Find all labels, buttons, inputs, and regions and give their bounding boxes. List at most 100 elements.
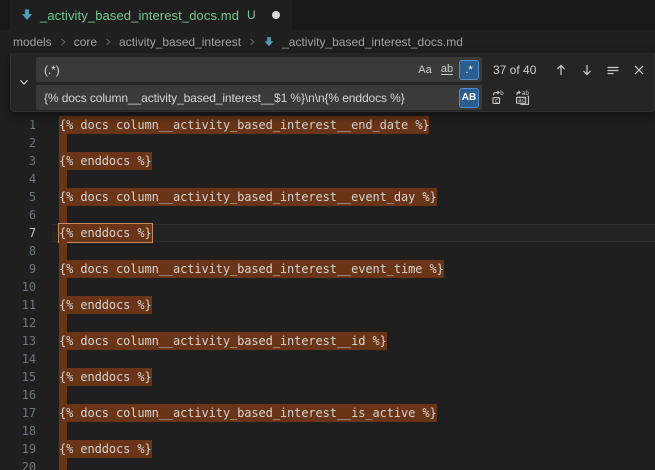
line-content: {% docs column__activity_based_interest_… [59,260,444,278]
find-match-highlight: {% enddocs %} [59,440,152,458]
svg-text:ac: ac [518,96,526,104]
empty-line-find-match [59,350,67,368]
replace-all-button[interactable]: ab ac [513,88,532,107]
code-line[interactable]: 16 [0,386,655,404]
find-replace-widget: Aa ab .* 37 of 40 [10,53,655,112]
tab-activity-based-interest-docs[interactable]: _activity_based_interest_docs.md U [10,0,292,30]
line-content: {% enddocs %} [59,368,152,386]
previous-match-button[interactable] [551,60,570,79]
line-number: 15 [0,368,36,386]
code-line[interactable]: 8 [0,242,655,260]
code-line[interactable]: 18 [0,422,655,440]
code-line[interactable]: 19 {% enddocs %} [0,440,655,458]
code-line[interactable]: 6 [0,206,655,224]
line-number: 6 [0,206,36,224]
breadcrumb: models core activity_based_interest _act… [0,30,655,53]
code-line[interactable]: 20 [0,458,655,470]
code-line[interactable]: 15 {% enddocs %} [0,368,655,386]
code-lines: 1 {% docs column__activity_based_interest… [0,53,655,470]
line-content [59,458,67,470]
line-number: 11 [0,296,36,314]
line-content: {% docs column__activity_based_interest_… [59,332,387,350]
code-line[interactable]: 3 {% enddocs %} [0,152,655,170]
breadcrumb-models[interactable]: models [11,35,54,49]
line-content: {% enddocs %} [59,296,152,314]
line-content: {% docs column__activity_based_interest_… [59,404,437,422]
current-find-match: {% enddocs %} [59,224,152,242]
line-number: 5 [0,188,36,206]
chevron-right-icon [102,36,114,48]
empty-line-find-match [59,170,67,188]
line-content: {% enddocs %} [59,224,152,242]
git-untracked-badge: U [247,8,256,22]
code-line[interactable]: 11 {% enddocs %} [0,296,655,314]
empty-line-find-match [59,458,67,470]
preserve-case-toggle[interactable]: AB [459,88,479,108]
code-line[interactable]: 2 [0,134,655,152]
line-content: {% enddocs %} [59,152,152,170]
line-number: 7 [0,224,36,242]
empty-line-find-match [59,134,67,152]
replace-button[interactable]: b c [489,88,508,107]
code-line[interactable]: 13 {% docs column__activity_based_interes… [0,332,655,350]
markdown-file-icon [20,8,34,22]
line-number: 9 [0,260,36,278]
line-number: 12 [0,314,36,332]
find-in-selection-button[interactable] [603,60,622,79]
replace-input-box: AB [36,85,482,110]
replace-input[interactable] [44,91,457,105]
code-line[interactable]: 7 {% enddocs %} [0,224,655,242]
line-number: 16 [0,386,36,404]
code-line[interactable]: 12 [0,314,655,332]
line-number: 3 [0,152,36,170]
tab-filename: _activity_based_interest_docs.md [40,8,239,23]
code-line[interactable]: 17 {% docs column__activity_based_interes… [0,404,655,422]
line-number: 14 [0,350,36,368]
find-match-highlight: {% docs column__activity_based_interest_… [59,188,437,206]
match-count: 37 of 40 [493,63,536,77]
empty-line-find-match [59,278,67,296]
find-match-highlight: {% docs column__activity_based_interest_… [59,332,387,350]
code-line[interactable]: 4 [0,170,655,188]
code-line[interactable]: 14 [0,350,655,368]
line-content: {% docs column__activity_based_interest_… [59,188,437,206]
whole-word-toggle[interactable]: ab [437,60,457,80]
vscode-window: _activity_based_interest_docs.md U model… [0,0,655,470]
line-number: 17 [0,404,36,422]
line-content: {% docs column__activity_based_interest_… [59,116,429,134]
regex-toggle[interactable]: .* [459,60,479,80]
line-number: 4 [0,170,36,188]
empty-line-find-match [59,206,67,224]
find-match-highlight: {% enddocs %} [59,368,152,386]
empty-line-find-match [59,422,67,440]
line-number: 20 [0,458,36,470]
line-number: 2 [0,134,36,152]
line-number: 10 [0,278,36,296]
match-case-toggle[interactable]: Aa [415,60,435,80]
code-line[interactable]: 5 {% docs column__activity_based_interest… [0,188,655,206]
find-match-highlight: {% enddocs %} [59,296,152,314]
find-input[interactable] [44,63,413,77]
breadcrumb-file[interactable]: _activity_based_interest_docs.md [280,35,465,49]
unsaved-changes-dot[interactable] [272,11,280,19]
next-match-button[interactable] [577,60,596,79]
close-find-widget-button[interactable] [629,60,648,79]
toggle-replace-chevron-icon[interactable] [14,53,33,111]
breadcrumb-activity-based-interest[interactable]: activity_based_interest [117,35,243,49]
line-number: 1 [0,116,36,134]
line-number: 8 [0,242,36,260]
code-line[interactable]: 1 {% docs column__activity_based_interest… [0,116,655,134]
code-line[interactable]: 9 {% docs column__activity_based_interest… [0,260,655,278]
svg-text:c: c [495,96,499,104]
code-line[interactable]: 10 [0,278,655,296]
find-match-highlight: {% enddocs %} [59,152,152,170]
line-number: 19 [0,440,36,458]
editor[interactable]: 1 {% docs column__activity_based_interest… [0,53,655,470]
markdown-file-icon [263,36,275,48]
line-number: 13 [0,332,36,350]
find-input-box: Aa ab .* [36,57,482,82]
empty-line-find-match [59,386,67,404]
chevron-right-icon [57,36,69,48]
line-number: 18 [0,422,36,440]
breadcrumb-core[interactable]: core [72,35,99,49]
